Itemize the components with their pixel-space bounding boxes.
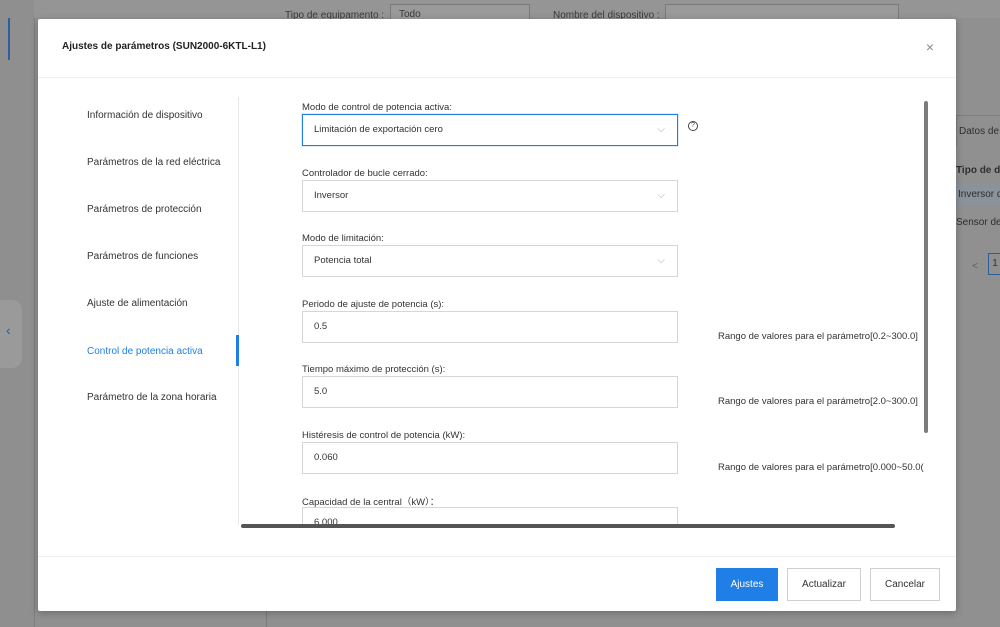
bg-row-selected: Inversor de [956, 183, 1000, 205]
select-value: Inversor [314, 190, 349, 201]
input-value: 0.060 [314, 452, 338, 463]
closed-loop-controller-select[interactable]: Inversor ⌵ [302, 180, 678, 212]
form-scroll-area[interactable]: Modo de control de potencia activa: Limi… [239, 97, 939, 525]
refresh-button[interactable]: Actualizar [787, 568, 861, 601]
field-label: Modo de limitación: [302, 233, 384, 244]
power-control-hysteresis-input[interactable]: 0.060 [302, 442, 678, 474]
filter-equipment-select: Todo [390, 4, 530, 20]
field-label: Controlador de bucle cerrado: [302, 168, 428, 179]
close-icon[interactable]: × [926, 39, 934, 55]
dialog-footer-divider [38, 556, 956, 557]
field-label: Histéresis de control de potencia (kW): [302, 430, 466, 441]
apply-settings-button[interactable]: Ajustes [716, 568, 778, 601]
sidebar-item-device-info[interactable]: Información de dispositivo [87, 110, 203, 121]
sidebar-collapse-toggle: ‹ [0, 300, 22, 368]
background-divider [266, 611, 267, 627]
field-label: Capacidad de la central（kW）： [302, 497, 440, 508]
select-value: Limitación de exportación cero [314, 124, 443, 135]
bg-tab: Datos de r [956, 115, 1000, 146]
chevron-left-icon: ‹ [6, 322, 11, 338]
field-label: Modo de control de potencia activa: [302, 102, 452, 113]
pager-prev-icon: < [972, 261, 978, 272]
sidebar-item-power-adjustment[interactable]: Ajuste de alimentación [87, 298, 188, 309]
limitation-mode-select[interactable]: Potencia total ⌵ [302, 245, 678, 277]
bg-row-label: Sensor de e [956, 217, 1000, 228]
input-value: 5.0 [314, 386, 328, 397]
range-hint: Rango de valores para el parámetro[2.0~3… [718, 396, 918, 407]
max-protection-time-input[interactable]: 5.0 [302, 376, 678, 408]
dialog-header-divider [38, 77, 956, 78]
active-power-control-mode-select[interactable]: Limitación de exportación cero ⌵ [302, 114, 678, 146]
help-icon[interactable]: ? [688, 121, 698, 131]
vertical-scrollbar[interactable] [924, 101, 928, 433]
chevron-down-icon: ⌵ [657, 190, 665, 201]
bg-row-label: Inversor de [958, 189, 1000, 200]
chevron-down-icon: ⌵ [657, 124, 665, 135]
sidebar-item-feature-parameters[interactable]: Parámetros de funciones [87, 251, 198, 262]
select-value: Potencia total [314, 255, 372, 266]
input-value: 0.5 [314, 321, 328, 332]
nav-active-marker [8, 18, 10, 60]
field-label: Tiempo máximo de protección (s): [302, 364, 446, 375]
background-filter-bar: Tipo de equipamento : Todo Nombre del di… [34, 0, 1000, 21]
sidebar-item-grid-parameters[interactable]: Parámetros de la red eléctrica [87, 157, 220, 168]
field-label: Periodo de ajuste de potencia (s): [302, 299, 445, 310]
range-hint: Rango de valores para el parámetro[0.2~3… [718, 331, 918, 342]
sidebar-item-time-zone[interactable]: Parámetro de la zona horaria [87, 392, 217, 403]
chevron-down-icon: ⌵ [657, 255, 665, 266]
range-hint: Rango de valores para el parámetro[0.000… [718, 462, 924, 473]
sidebar-item-protection-parameters[interactable]: Parámetros de protección [87, 204, 202, 215]
bg-tab-label: Datos de r [959, 126, 1000, 137]
pager-page: 1 [988, 253, 1000, 275]
cancel-button[interactable]: Cancelar [870, 568, 940, 601]
plant-capacity-input[interactable]: 6.000 [302, 507, 678, 525]
filter-device-name-input [665, 4, 899, 20]
horizontal-scrollbar[interactable] [241, 524, 895, 528]
sidebar-item-active-power-control[interactable]: Control de potencia activa [87, 346, 203, 357]
bg-column-header: Tipo de dis [956, 165, 1000, 176]
parameter-settings-dialog: Ajustes de parámetros (SUN2000-6KTL-L1) … [38, 19, 956, 611]
power-adjustment-period-input[interactable]: 0.5 [302, 311, 678, 343]
dialog-title: Ajustes de parámetros (SUN2000-6KTL-L1) [62, 41, 266, 52]
